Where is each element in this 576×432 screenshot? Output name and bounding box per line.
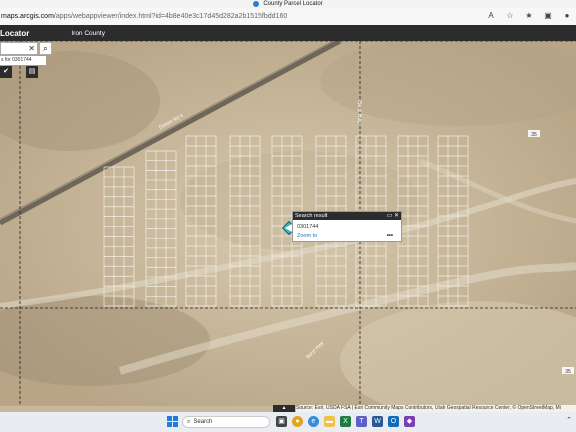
popup-header: Search result ▭ ✕ bbox=[293, 212, 401, 220]
profile-icon[interactable]: ● bbox=[562, 11, 572, 20]
taskbar-search-icon: ⌕ bbox=[187, 419, 191, 425]
popup-title: Search result bbox=[295, 213, 328, 219]
popup-parcel-id: 0301744 bbox=[297, 224, 319, 230]
app-title: Locator bbox=[0, 28, 30, 38]
word-icon[interactable]: W bbox=[372, 416, 383, 427]
search-input[interactable]: ✕ bbox=[0, 42, 38, 55]
clear-search-icon[interactable]: ✕ bbox=[28, 44, 35, 53]
edge-icon[interactable]: e bbox=[308, 416, 319, 427]
measure-tool-button[interactable]: ✔ bbox=[0, 66, 12, 78]
outlook-icon[interactable]: O bbox=[388, 416, 399, 427]
app-header: Locator Iron County bbox=[0, 25, 576, 41]
search-button[interactable]: ⌕ bbox=[39, 42, 52, 55]
search-hint: s for 0301744 bbox=[0, 56, 46, 65]
attribution-toggle[interactable]: ▲ bbox=[273, 405, 295, 412]
site-favicon bbox=[253, 1, 260, 7]
check-icon: ✔ bbox=[3, 68, 9, 75]
favorite-icon[interactable]: ☆ bbox=[505, 11, 515, 20]
file-explorer-icon[interactable]: ▬ bbox=[324, 416, 335, 427]
windows-start-icon[interactable] bbox=[167, 416, 178, 427]
search-result-popup: Search result ▭ ✕ 0301744 Zoom to ••• bbox=[292, 211, 402, 242]
app-icon[interactable]: ◆ bbox=[404, 416, 415, 427]
url-path: /apps/webappviewer/index.html?id=4b8e40e… bbox=[53, 13, 288, 20]
popup-controls: ▭ ✕ bbox=[387, 212, 399, 220]
browser-title-bar: County Parcel Locator bbox=[0, 0, 576, 8]
browser-toolbar-icons: A ☆ ★ ▣ ● bbox=[486, 11, 572, 20]
search-icon: ⌕ bbox=[43, 44, 48, 53]
favorites-bar-icon[interactable]: ★ bbox=[524, 11, 534, 20]
tab-title: County Parcel Locator bbox=[263, 1, 323, 7]
layers-icon: ▤ bbox=[28, 68, 36, 75]
windows-taskbar: ⌕ Search ▣ ● e ▬ X T W O ◆ ⌃ bbox=[0, 412, 576, 432]
collections-icon[interactable]: ▣ bbox=[543, 11, 553, 20]
chrome-icon[interactable]: ● bbox=[292, 416, 303, 427]
route-label-2: 35 bbox=[565, 369, 571, 375]
url-host: maps.arcgis.com bbox=[1, 13, 54, 20]
taskbar-search-box[interactable]: ⌕ Search bbox=[182, 416, 270, 428]
road-label-mid: Beryl Hwy bbox=[356, 101, 362, 124]
teams-icon[interactable]: T bbox=[356, 416, 367, 427]
close-icon[interactable]: ✕ bbox=[394, 213, 399, 219]
zoom-to-link[interactable]: Zoom to bbox=[297, 233, 317, 239]
excel-icon[interactable]: X bbox=[340, 416, 351, 427]
task-view-icon[interactable]: ▣ bbox=[276, 416, 287, 427]
read-aloud-icon[interactable]: A bbox=[486, 11, 496, 20]
taskbar-search-placeholder: Search bbox=[193, 419, 213, 425]
address-bar[interactable]: maps.arcgis.com/apps/webappviewer/index.… bbox=[0, 8, 576, 26]
more-options-icon[interactable]: ••• bbox=[387, 233, 393, 239]
layers-tool-button[interactable]: ▤ bbox=[26, 66, 38, 78]
route-label-1: 35 bbox=[531, 132, 537, 138]
county-name: Iron County bbox=[71, 29, 105, 37]
popup-pointer bbox=[285, 224, 292, 232]
map-attribution: Source: Esri, USDA FSA | Esri Community … bbox=[296, 405, 576, 412]
maximize-icon[interactable]: ▭ bbox=[387, 213, 393, 219]
url-text[interactable]: maps.arcgis.com/apps/webappviewer/index.… bbox=[1, 13, 287, 20]
system-tray[interactable]: ⌃ bbox=[566, 416, 572, 424]
